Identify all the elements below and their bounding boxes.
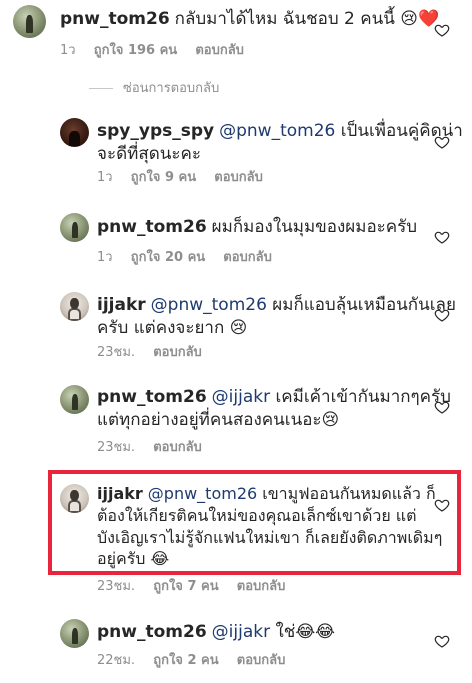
timestamp: 23ชม.: [97, 440, 136, 455]
reply-button[interactable]: ตอบกลับ: [195, 43, 244, 58]
username[interactable]: pnw_tom26: [97, 217, 207, 237]
avatar[interactable]: [60, 385, 89, 414]
comment-body-line: แต่ทุกอย่างอยู่ที่คนสองคนเนอะ😢: [97, 410, 340, 430]
reply-button[interactable]: ตอบกลับ: [153, 440, 202, 455]
comment-body-line: จะดีที่สุดนะคะ: [97, 144, 202, 164]
username[interactable]: spy_yps_spy: [97, 121, 214, 141]
likes-count[interactable]: ถูกใจ 2 คน: [153, 653, 218, 668]
mention-link[interactable]: @pnw_tom26: [219, 121, 335, 141]
mention-link[interactable]: @pnw_tom26: [151, 295, 267, 315]
likes-count[interactable]: ถูกใจ 20 คน: [131, 250, 205, 265]
comment-text: ijjakr @pnw_tom26 ผมก็แอบลุ้นเหมือนกันเลย: [97, 293, 456, 318]
comment-meta: 1ว ถูกใจ 196 คน ตอบกลับ: [60, 39, 258, 60]
timestamp: 23ชม.: [97, 579, 136, 594]
likes-count[interactable]: ถูกใจ 196 คน: [94, 43, 177, 58]
avatar[interactable]: [13, 5, 46, 38]
heart-icon[interactable]: [434, 633, 450, 649]
heart-icon[interactable]: [434, 22, 450, 38]
comment-text: pnw_tom26 @ijjakr ใช่😂😂: [97, 620, 335, 645]
likes-count[interactable]: ถูกใจ 7 คน: [153, 579, 218, 594]
reply-button[interactable]: ตอบกลับ: [214, 170, 263, 185]
comment-body: เคมีเค้าเข้ากันมากๆครับ: [275, 387, 451, 407]
comment-text: pnw_tom26 @ijjakr เคมีเค้าเข้ากันมากๆครับ: [97, 385, 451, 410]
comment-meta: 23ชม. ถูกใจ 7 คน ตอบกลับ: [97, 575, 299, 596]
comment-meta: 23ชม. ตอบกลับ: [97, 436, 216, 457]
timestamp: 1ว: [97, 170, 113, 185]
avatar[interactable]: [60, 619, 89, 648]
heart-icon[interactable]: [434, 134, 450, 150]
reply-button[interactable]: ตอบกลับ: [237, 579, 286, 594]
username[interactable]: pnw_tom26: [97, 387, 207, 407]
comment-body-line: ครับ แต่คงจะยาก 😢: [97, 318, 248, 338]
reply-button[interactable]: ตอบกลับ: [223, 250, 272, 265]
avatar[interactable]: [60, 213, 89, 242]
timestamp: 23ชม.: [97, 345, 136, 360]
mention-link[interactable]: @ijjakr: [212, 622, 270, 642]
comment-body: ผมก็แอบลุ้นเหมือนกันเลย: [272, 295, 456, 315]
comment-meta: 23ชม. ตอบกลับ: [97, 341, 216, 362]
heart-icon[interactable]: [434, 307, 450, 323]
hide-replies-label: ซ่อนการตอบกลับ: [123, 81, 220, 96]
heart-icon[interactable]: [434, 229, 450, 245]
comment-body: ใช่😂😂: [275, 622, 336, 642]
comment-meta: 1ว ถูกใจ 20 คน ตอบกลับ: [97, 246, 286, 267]
avatar[interactable]: [60, 118, 89, 147]
username[interactable]: pnw_tom26: [60, 9, 170, 29]
timestamp: 22ชม.: [97, 653, 136, 668]
comment-text: pnw_tom26 ผมก็มองในมุมของผมอะครับ: [97, 215, 417, 240]
username[interactable]: pnw_tom26: [97, 622, 207, 642]
timestamp: 1ว: [60, 43, 76, 58]
comment-body: ผมก็มองในมุมของผมอะครับ: [211, 217, 418, 237]
timestamp: 1ว: [97, 250, 113, 265]
comment-meta: 1ว ถูกใจ 9 คน ตอบกลับ: [97, 166, 277, 187]
heart-icon[interactable]: [434, 399, 450, 415]
comment-meta: 22ชม. ถูกใจ 2 คน ตอบกลับ: [97, 649, 299, 670]
highlight-box: [48, 470, 461, 575]
reply-button[interactable]: ตอบกลับ: [153, 345, 202, 360]
hide-replies-button[interactable]: ซ่อนการตอบกลับ: [89, 77, 219, 98]
avatar[interactable]: [60, 292, 89, 321]
likes-count[interactable]: ถูกใจ 9 คน: [131, 170, 196, 185]
comment-text: pnw_tom26 กลับมาได้ไหม ฉันชอบ 2 คนนี้ 😢❤️: [60, 7, 439, 32]
mention-link[interactable]: @ijjakr: [212, 387, 270, 407]
comment-text: spy_yps_spy @pnw_tom26 เป็นเพื่อนคู่คิดน่…: [97, 119, 463, 144]
comment-body: กลับมาได้ไหม ฉันชอบ 2 คนนี้ 😢❤️: [174, 9, 440, 29]
divider-line: [89, 88, 113, 89]
reply-button[interactable]: ตอบกลับ: [237, 653, 286, 668]
username[interactable]: ijjakr: [97, 295, 146, 315]
